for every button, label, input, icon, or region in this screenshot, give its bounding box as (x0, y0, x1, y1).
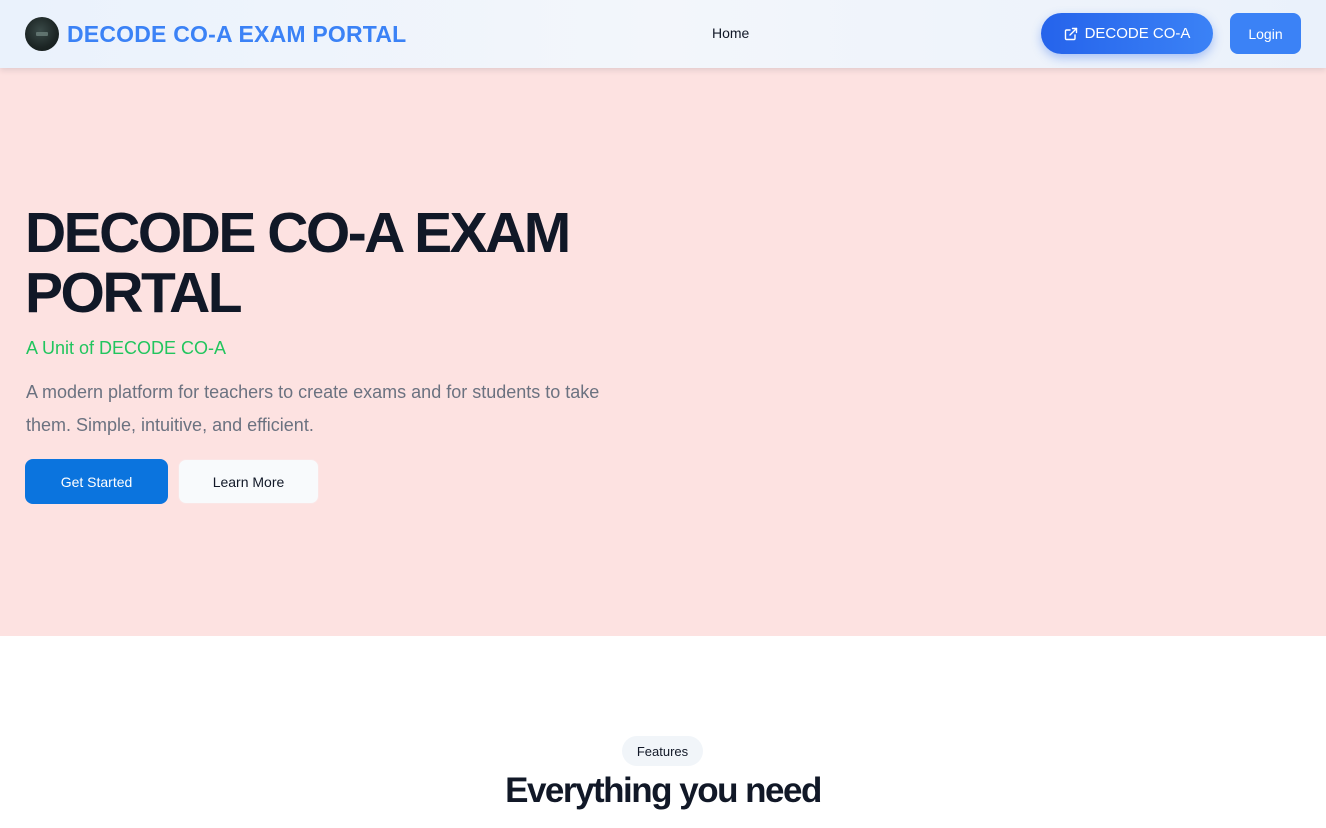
hero-subtitle: A Unit of DECODE CO-A (26, 338, 227, 358)
brand-title[interactable]: DECODE CO-A EXAM PORTAL (67, 21, 406, 48)
nav-home-link[interactable]: Home (712, 25, 749, 41)
decode-coa-external-button[interactable]: DECODE CO-A (1041, 13, 1213, 54)
brand-logo-icon (25, 17, 59, 51)
hero-description: A modern platform for teachers to create… (26, 382, 600, 435)
features-badge: Features (622, 736, 703, 766)
get-started-button[interactable]: Get Started (25, 459, 168, 504)
top-navbar: DECODE CO-A EXAM PORTAL Home DECODE CO-A… (0, 0, 1326, 68)
hero-section: DECODE CO-A EXAM PORTAL A Unit of DECODE… (0, 68, 1326, 636)
hero-title: DECODE CO-A EXAM PORTAL (25, 201, 571, 325)
features-heading: Everything you need (505, 771, 822, 810)
decode-coa-button-label: DECODE CO-A (1084, 25, 1191, 42)
learn-more-button[interactable]: Learn More (178, 459, 319, 504)
login-button[interactable]: Login (1230, 13, 1301, 54)
brand[interactable]: DECODE CO-A EXAM PORTAL (25, 17, 406, 51)
external-link-icon (1064, 27, 1078, 41)
